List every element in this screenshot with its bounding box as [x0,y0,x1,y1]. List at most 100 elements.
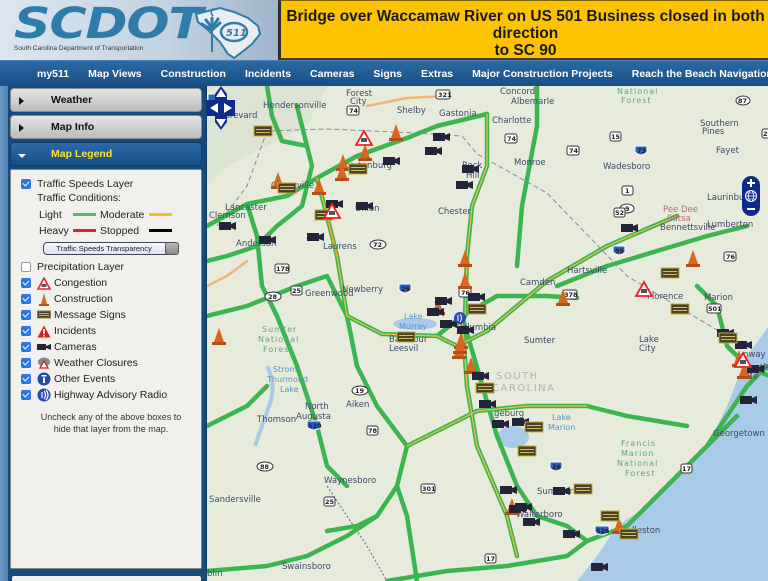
accordion-weather[interactable]: Weather [10,88,202,112]
highway-advisory-radio-checkbox[interactable] [21,390,31,400]
camera-marker[interactable] [740,396,757,404]
message-sign-marker[interactable] [253,125,273,137]
other-events-checkbox[interactable] [21,374,31,384]
nav-map-views[interactable]: Map Views [88,68,142,80]
camera-marker[interactable] [500,486,517,494]
message-sign-marker[interactable] [277,182,297,194]
accordion-map-legend-label: Map Legend [51,148,113,160]
camera-marker[interactable] [356,202,373,210]
weather-closure-icon [37,356,51,370]
accordion-map-info[interactable]: Map Info [10,115,202,139]
shield-us17: 17 [680,463,693,474]
shield-sc28: 28 [264,291,282,302]
camera-marker[interactable] [621,224,638,232]
weather-closures-checkbox[interactable] [21,358,31,368]
camera-marker[interactable] [462,165,479,173]
svg-text:74: 74 [569,147,579,155]
zoom-out-button[interactable] [747,208,755,210]
message-sign-marker[interactable] [619,528,639,540]
shield-us1: 1 [621,185,634,196]
svg-text:17: 17 [486,555,495,563]
message-sign-marker[interactable] [660,267,680,279]
incidents-checkbox[interactable] [21,326,31,336]
camera-marker[interactable] [383,157,400,165]
traffic-speeds-transparency-slider[interactable]: Traffic Speeds Transparency [43,242,179,255]
camera-marker[interactable] [553,487,570,495]
state-label: CAROLINA [492,383,555,394]
camera-marker[interactable] [219,222,236,230]
traffic-speeds-layer-checkbox[interactable] [21,179,31,189]
zoom-in-button[interactable] [747,179,755,187]
camera-marker[interactable] [563,530,580,538]
accordion-map-legend[interactable]: Map Legend [10,142,202,166]
camera-marker[interactable] [523,518,540,526]
camera-marker[interactable] [427,308,444,316]
camera-marker[interactable] [492,420,509,428]
layer-row-other-events: Other Events [21,371,201,387]
camera-marker[interactable] [440,320,457,328]
traffic-map[interactable]: 321 74 74 74 73 1 9 87 295 72 178 25 28 … [206,86,768,581]
message-sign-marker[interactable] [524,421,544,433]
camera-marker[interactable] [259,236,276,244]
camera-marker[interactable] [435,297,452,305]
message-sign-marker[interactable] [475,382,495,394]
message-signs-checkbox[interactable] [21,310,31,320]
nav-extras[interactable]: Extras [421,68,453,80]
nav-construction[interactable]: Construction [161,68,226,80]
message-sign-marker[interactable] [396,331,416,343]
message-sign-marker[interactable] [600,510,620,522]
construction-cone-marker[interactable] [458,272,472,289]
camera-marker[interactable] [457,326,474,334]
nav-my511[interactable]: my511 [37,68,69,80]
precipitation-layer-checkbox[interactable] [21,262,31,272]
city-label: Leesvil [389,344,418,354]
nav-major-construction-projects[interactable]: Major Construction Projects [472,68,613,80]
camera-marker[interactable] [509,505,526,513]
camera-marker[interactable] [456,181,473,189]
nav-signs[interactable]: Signs [373,68,402,80]
message-sign-marker[interactable] [348,163,368,175]
construction-cone-marker[interactable] [458,250,472,267]
shield-us321: 321 [435,89,452,100]
alert-banner[interactable]: Bridge over Waccamaw River on US 501 Bus… [278,0,768,60]
city-label: Georgetown [713,429,765,439]
camera-marker[interactable] [468,293,485,301]
map-canvas[interactable]: 321 74 74 74 73 1 9 87 295 72 178 25 28 … [207,86,768,581]
info-icon [37,372,51,386]
transparency-slider-handle[interactable] [165,242,179,255]
cameras-checkbox[interactable] [21,342,31,352]
globe-icon[interactable] [745,190,757,202]
nav-incidents[interactable]: Incidents [245,68,291,80]
traffic-conditions-title: Traffic Conditions: [37,192,122,204]
construction-label: Construction [54,293,113,305]
camera-marker[interactable] [735,341,752,349]
construction-cone-marker[interactable] [212,328,226,345]
construction-checkbox[interactable] [21,294,31,304]
message-sign-marker[interactable] [517,445,537,457]
shield-i526: 526 [594,525,610,536]
camera-marker[interactable] [307,233,324,241]
camera-marker[interactable] [425,147,442,155]
city-label: Shelby [397,106,426,116]
shield-i73: 73 [634,145,648,156]
message-sign-marker[interactable] [670,303,690,315]
congestion-marker[interactable] [354,129,374,146]
map-pan-control[interactable] [207,86,235,130]
message-sign-marker[interactable] [467,303,487,315]
camera-marker[interactable] [479,400,496,408]
nav-reach-the-beach[interactable]: Reach the Beach Navigation [632,68,768,80]
city-label: Fayet [716,146,740,156]
congestion-checkbox[interactable] [21,278,31,288]
camera-marker[interactable] [433,133,450,141]
message-sign-marker[interactable] [573,483,593,495]
highway-advisory-radio-marker[interactable] [454,312,466,324]
camera-marker[interactable] [472,372,489,380]
camera-marker[interactable] [591,563,608,571]
shield-i95: 95 [612,245,626,256]
nav-cameras[interactable]: Cameras [310,68,354,80]
construction-cone-marker[interactable] [686,250,700,267]
scdot-logo[interactable]: SCDOT South Carolina Department of Trans… [0,0,280,62]
message-sign-marker[interactable] [718,332,738,344]
sidebar: Weather Map Info Map Legend Traffic Spee… [8,86,206,581]
shield-us76-marion: 76 [723,251,737,262]
